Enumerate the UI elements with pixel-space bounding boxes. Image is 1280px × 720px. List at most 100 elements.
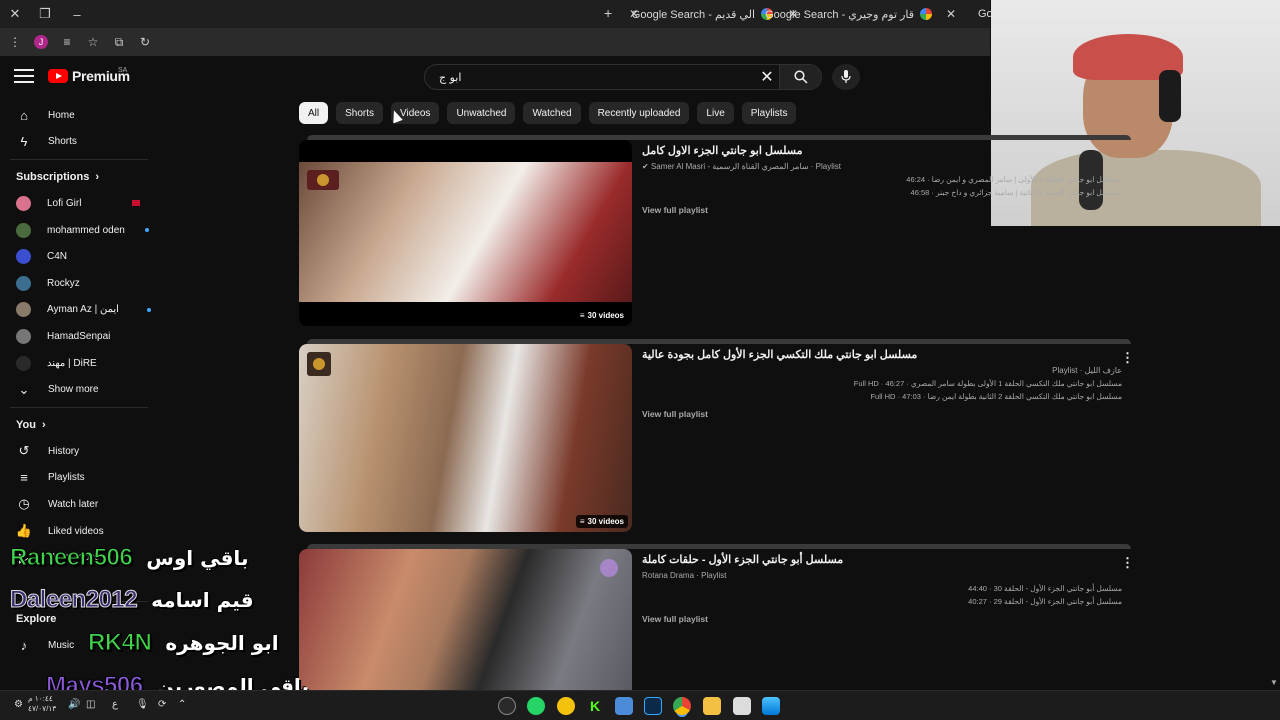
sidebar-item-subscription[interactable]: mohammed oden [0, 217, 160, 244]
scroll-down-arrow-icon[interactable]: ▼ [1270, 678, 1278, 687]
thumbnail-image [299, 344, 632, 532]
network-icon[interactable]: ◫ [86, 699, 95, 710]
windows-start-icon[interactable] [762, 697, 780, 715]
playlist-video-line[interactable]: مسلسل ابو جانتي ملك التكسي الحلقة 1 الأو… [642, 379, 1122, 388]
playlist-result: ≡ 30 videos مسلسل ابو جانتي ملك التكسي ا… [299, 339, 1139, 532]
channel-avatar [16, 222, 31, 238]
playlist-thumbnail[interactable]: ≡ 30 videos [299, 344, 632, 532]
whatsapp-icon[interactable] [527, 697, 545, 715]
chrome-icon[interactable] [673, 697, 691, 715]
thumbnail-image [299, 162, 632, 302]
chip-live[interactable]: Live [697, 102, 734, 124]
hamburger-menu-icon[interactable] [14, 66, 34, 86]
result-title[interactable]: مسلسل أبو جانتي الجزء الأول - حلقات كامل… [642, 553, 1122, 566]
result-title[interactable]: مسلسل ابو جانتي ملك التكسي الجزء الأول ك… [642, 348, 1122, 361]
sidebar-item-subscription[interactable]: Ayman Az | ايمن [0, 297, 160, 324]
playlist-video-line[interactable]: مسلسل ابو جانتي الحلقة 2 الثانية | سامية… [642, 188, 1122, 197]
reading-list-icon[interactable]: ≡ [60, 35, 74, 49]
sidebar-item-subscription[interactable]: C4N [0, 243, 160, 270]
filter-chips: All Shorts Videos Unwatched Watched Rece… [299, 102, 797, 124]
channel-name[interactable]: Samer Al Masri - سامر المصري القناة الرس… [651, 162, 809, 171]
chip-recently-uploaded[interactable]: Recently uploaded [588, 102, 690, 124]
voice-search-button[interactable] [832, 64, 860, 90]
sidebar-item-shorts[interactable]: ϟ Shorts [0, 129, 160, 156]
sidebar-item-label: Home [48, 109, 75, 121]
channel-name[interactable]: Rotana Drama [642, 571, 694, 580]
profile-avatar[interactable]: J [34, 35, 48, 49]
sidebar-item-label: Shorts [48, 136, 77, 148]
extensions-icon[interactable]: ⧉ [112, 35, 126, 50]
more-actions-icon[interactable]: ⋮ [1121, 350, 1134, 366]
chevron-up-icon[interactable]: ⌃ [178, 699, 186, 710]
new-tab-button[interactable]: + [604, 5, 612, 21]
sync-icon[interactable]: ⟳ [158, 699, 166, 710]
sidebar-item-subscription[interactable]: Lofi Girl [0, 190, 160, 217]
playlist-video-line[interactable]: مسلسل أبو جانتي الجزء الأول - الحلقة 29 … [642, 597, 1122, 606]
playlist-thumbnail[interactable] [299, 549, 632, 690]
sidebar-item-history[interactable]: ↺ History [0, 438, 160, 465]
playlist-video-line[interactable]: مسلسل ابو جانتي ملك التكسي الحلقة 2 الثا… [642, 392, 1122, 401]
file-explorer-icon[interactable] [703, 697, 721, 715]
maximize-window-icon[interactable]: ❐ [30, 0, 60, 28]
language-indicator-icon[interactable]: ع [112, 699, 118, 710]
sidebar-item-subscription[interactable]: HamadSenpai [0, 323, 160, 350]
close-window-icon[interactable]: ✕ [0, 0, 30, 28]
more-options-icon[interactable]: ⋮ [8, 35, 22, 49]
playlist-stack-edge [307, 544, 1131, 549]
playlist-video-line[interactable]: مسلسل ابو جانتي الحلقة 1 الأولى | سامر ا… [642, 175, 1122, 184]
search-input[interactable] [425, 70, 755, 84]
view-full-playlist-link[interactable]: View full playlist [642, 614, 1122, 624]
sidebar-item-watch-later[interactable]: ◷ Watch later [0, 491, 160, 518]
settings-gear-icon[interactable]: ⚙ [14, 699, 23, 710]
rotana-logo-icon [600, 559, 618, 577]
more-actions-icon[interactable]: ⋮ [1121, 555, 1134, 571]
channel-name[interactable]: عازف الليل [1085, 366, 1122, 375]
clear-search-icon[interactable]: ✕ [755, 67, 779, 87]
watch-later-icon: ◷ [18, 496, 30, 512]
bookmark-star-icon[interactable]: ☆ [86, 35, 100, 49]
reload-icon[interactable]: ↻ [138, 35, 152, 49]
sidebar-item-subscription[interactable]: مهند | DiRE [0, 350, 160, 377]
chip-watched[interactable]: Watched [523, 102, 581, 124]
video-count: 30 videos [587, 311, 624, 320]
you-heading[interactable]: You › [0, 412, 160, 438]
search-button[interactable] [779, 65, 821, 89]
search-box: ✕ [424, 64, 822, 90]
browser-tab[interactable]: قار توم وجيري - Google Search [765, 4, 932, 24]
sidebar-item-liked-videos[interactable]: 👍 Liked videos [0, 518, 160, 545]
notes-icon[interactable] [615, 697, 633, 715]
tab-close-icon[interactable]: ✕ [946, 7, 956, 21]
explore-heading-label: Explore [16, 612, 57, 625]
obs-icon[interactable] [498, 697, 516, 715]
thumbnail-image [299, 549, 632, 690]
channel-avatar [16, 195, 31, 211]
view-full-playlist-link[interactable]: View full playlist [642, 409, 1122, 419]
sidebar-item-subscription[interactable]: Rockyz [0, 270, 160, 297]
chip-shorts[interactable]: Shorts [336, 102, 384, 124]
playlist-video-line[interactable]: مسلسل أبو جانتي الجزء الأول - الحلقة 30 … [642, 584, 1122, 593]
clock[interactable]: ١٠:٤٤ م ٤٧/٠٧/١٣ [28, 694, 56, 714]
subscriptions-heading[interactable]: Subscriptions › [0, 164, 160, 190]
result-title[interactable]: مسلسل ابو جانتي الجزء الاول كامل [642, 144, 1122, 157]
view-full-playlist-link[interactable]: View full playlist [642, 205, 1122, 215]
photoshop-icon[interactable] [644, 697, 662, 715]
show-more-button[interactable]: ⌄ Show more [0, 376, 160, 403]
chip-unwatched[interactable]: Unwatched [447, 102, 516, 124]
verified-icon: ✔ [642, 162, 649, 171]
kick-icon[interactable]: K [586, 697, 604, 715]
sidebar-item-home[interactable]: ⌂ Home [0, 102, 160, 129]
chip-playlists[interactable]: Playlists [741, 102, 797, 124]
task-view-icon[interactable] [733, 697, 751, 715]
channel-watermark-icon [307, 170, 339, 190]
playlist-thumbnail[interactable]: ≡ 30 videos [299, 140, 632, 326]
chip-all[interactable]: All [299, 102, 329, 124]
result-type: Playlist [701, 571, 727, 580]
minimize-window-icon[interactable]: – [62, 0, 92, 28]
webcam-headset [1159, 70, 1181, 122]
discord-icon[interactable] [557, 697, 575, 715]
browser-tab[interactable]: الي قديم - Google Search [632, 4, 773, 24]
clock-date: ٤٧/٠٧/١٣ [28, 704, 57, 713]
volume-icon[interactable]: 🔊 [68, 699, 80, 710]
mic-tray-icon[interactable]: 🎙 [136, 699, 149, 710]
sidebar-item-playlists[interactable]: ≡ Playlists [0, 465, 160, 492]
